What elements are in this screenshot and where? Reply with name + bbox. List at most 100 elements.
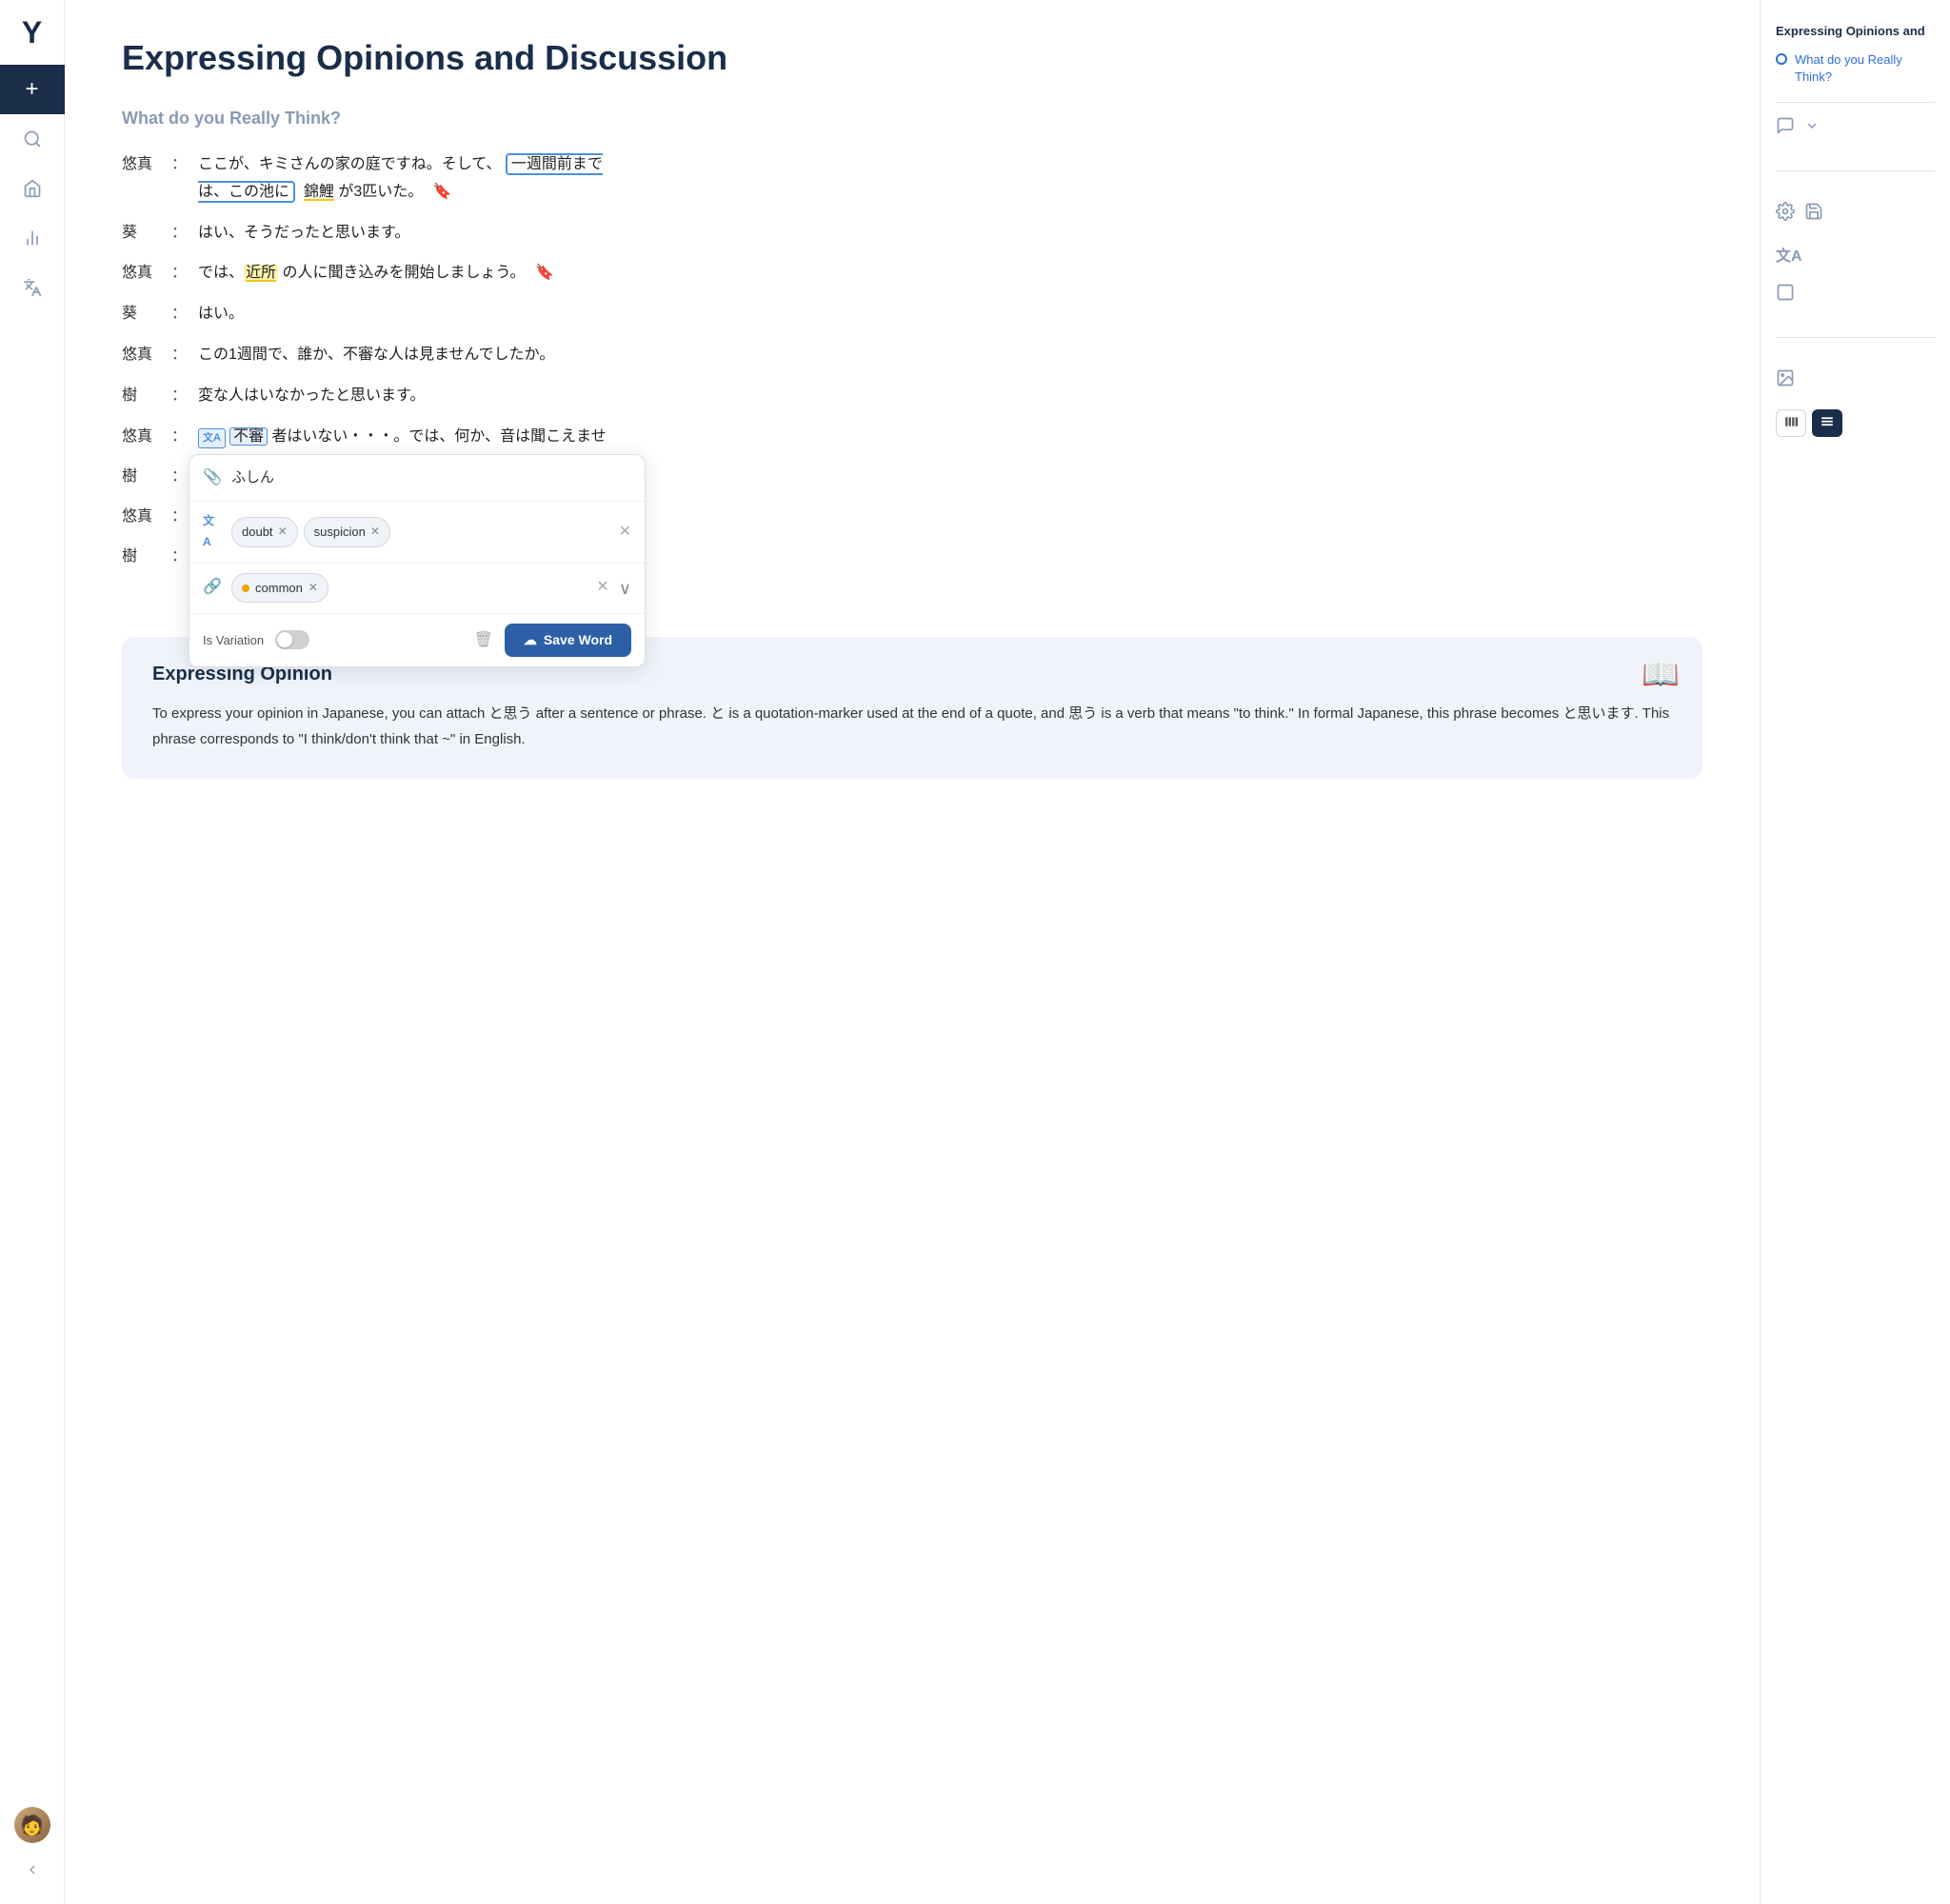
save-word-button[interactable]: ☁ Save Word [505,624,631,657]
bar-view-button[interactable] [1776,409,1806,437]
chevron-down-icon[interactable] [1804,118,1820,138]
right-panel-link[interactable]: What do you Really Think? [1776,51,1935,86]
page-title: Expressing Opinions and Discussion [122,38,1702,78]
section-title: What do you Really Think? [122,109,1702,129]
view-mode-buttons [1776,409,1842,437]
word-kinjo[interactable]: 近所 [244,265,278,281]
category-chevron[interactable]: ∨ [619,573,631,604]
translate-icon: 文A [203,511,222,552]
speaker-5: 悠真 [122,342,171,367]
right-panel: Expressing Opinions and What do you Real… [1760,0,1950,1904]
add-button[interactable]: + [0,65,65,114]
tag-suspicion-remove[interactable]: ✕ [370,522,380,543]
dialogue-line-1: 悠真 ： ここが、キミさんの家の庭ですね。そして、 一週間前までは、この池に 錦… [122,151,1702,207]
bookmark-icon-1[interactable]: 🔖 [433,179,452,207]
bookmark-icon-3[interactable]: 🔖 [535,260,554,288]
paperclip-icon: 📎 [203,465,222,492]
avatar[interactable]: 🧑 [14,1807,50,1843]
sidebar-item-home[interactable] [0,164,65,213]
dialogue-text-5: この1週間で、誰か、不審な人は見ませんでしたか。 [198,342,1702,369]
translation-badge: 文A [198,428,226,449]
sidebar-collapse-button[interactable] [0,1851,65,1889]
save-icon[interactable] [1804,202,1823,226]
right-panel-icons: 文A [1776,116,1935,437]
dialogue-line-4: 葵 ： はい。 [122,301,1702,328]
rp-image-row [1776,368,1935,392]
speaker-7: 悠真 [122,424,171,449]
category-close-all[interactable]: ✕ [596,574,608,602]
highlight-box-1: 一週間前までは、この池に [198,153,603,203]
translate-panel-icon[interactable]: 文A [1776,243,1802,266]
dialogue-text-2: はい、そうだったと思います。 [198,220,1702,248]
dialogue-text-7: 文A不審 📎 ふしん 文A doubt ✕ [198,424,1702,451]
rp-document-row [1776,283,1935,307]
common-dot [242,585,249,592]
variation-toggle[interactable] [275,630,309,649]
dialogue-line-7: 悠真 ： 文A不審 📎 ふしん 文A [122,424,1702,451]
right-panel-divider [1776,102,1935,103]
dialogue-line-6: 樹 ： 変な人はいなかったと思います。 [122,383,1702,410]
right-panel-dot-icon [1776,53,1787,65]
rp-translate-row: 文A [1776,243,1935,266]
dialogue-line-5: 悠真 ： この1週間で、誰か、不審な人は見ませんでしたか。 [122,342,1702,369]
tag-doubt-remove[interactable]: ✕ [278,522,288,543]
link-icon: 🔗 [203,574,222,602]
list-view-button[interactable] [1812,409,1842,437]
tag-common-label: common [255,577,303,599]
tag-doubt-label: doubt [242,521,273,543]
popup-tags: doubt ✕ suspicion ✕ ✕ [231,517,631,546]
sidebar-bottom: 🧑 [0,1807,65,1904]
app-logo: Y [0,0,65,65]
image-icon[interactable] [1776,368,1795,392]
sidebar-item-translate[interactable] [0,263,65,312]
rp-divider-2 [1776,337,1935,338]
sidebar-item-search[interactable] [0,114,65,164]
speaker-9: 悠真 [122,504,171,529]
popup-wrapper: 文A不審 📎 ふしん 文A doubt ✕ [198,424,268,451]
speaker-6: 樹 [122,383,171,408]
delete-button[interactable]: 🗑 [474,630,493,649]
tag-common-remove[interactable]: ✕ [308,578,318,599]
speaker-8: 樹 [122,464,171,489]
speaker-3: 悠真 [122,260,171,286]
tag-doubt[interactable]: doubt ✕ [231,517,298,546]
opinion-box-text: To express your opinion in Japanese, you… [152,701,1672,752]
tags-close-all[interactable]: ✕ [619,519,631,546]
popup-translations-row: 文A doubt ✕ suspicion ✕ ✕ [189,502,645,563]
rp-comment-row [1776,116,1935,140]
dialogue-text-4: はい。 [198,301,1702,328]
avatar-image: 🧑 [14,1807,50,1843]
gear-icon[interactable] [1776,202,1795,226]
comment-icon[interactable] [1776,116,1795,140]
dialogue-line-2: 葵 ： はい、そうだったと思います。 [122,220,1702,248]
rp-view-row [1776,409,1935,437]
word-popup: 📎 ふしん 文A doubt ✕ suspicion [189,454,646,667]
tag-common[interactable]: common ✕ [231,573,328,603]
toggle-knob [277,632,292,647]
popup-reading: ふしん [231,465,631,490]
cloud-icon: ☁ [524,632,537,648]
popup-reading-row: 📎 ふしん [189,455,645,503]
tag-suspicion-label: suspicion [314,521,366,543]
plus-icon: + [25,76,38,103]
dialogue-text-6: 変な人はいなかったと思います。 [198,383,1702,410]
speaker-1: 悠真 [122,151,171,177]
main-content: Expressing Opinions and Discussion What … [65,0,1760,1904]
word-fushin[interactable]: 不審 [229,427,268,446]
right-panel-link-text: What do you Really Think? [1795,51,1935,86]
variation-label: Is Variation [203,629,264,651]
popup-trigger-word[interactable]: 文A不審 [198,428,268,445]
popup-category-row: 🔗 common ✕ ✕ ∨ [189,564,645,614]
speaker-2: 葵 [122,220,171,246]
rp-settings-row [1776,202,1935,226]
sidebar-item-stats[interactable] [0,213,65,263]
right-panel-title: Expressing Opinions and [1776,23,1935,40]
opinion-box-icon: 📖 [1642,656,1680,692]
word-koi[interactable]: 錦鯉 [304,184,334,200]
rp-divider-1 [1776,170,1935,171]
dialogue-text-1: ここが、キミさんの家の庭ですね。そして、 一週間前までは、この池に 錦鯉 が3匹… [198,151,1702,207]
speaker-4: 葵 [122,301,171,327]
tag-suspicion[interactable]: suspicion ✕ [304,517,390,546]
document-icon[interactable] [1776,283,1795,307]
sidebar: Y + 🧑 [0,0,65,1904]
